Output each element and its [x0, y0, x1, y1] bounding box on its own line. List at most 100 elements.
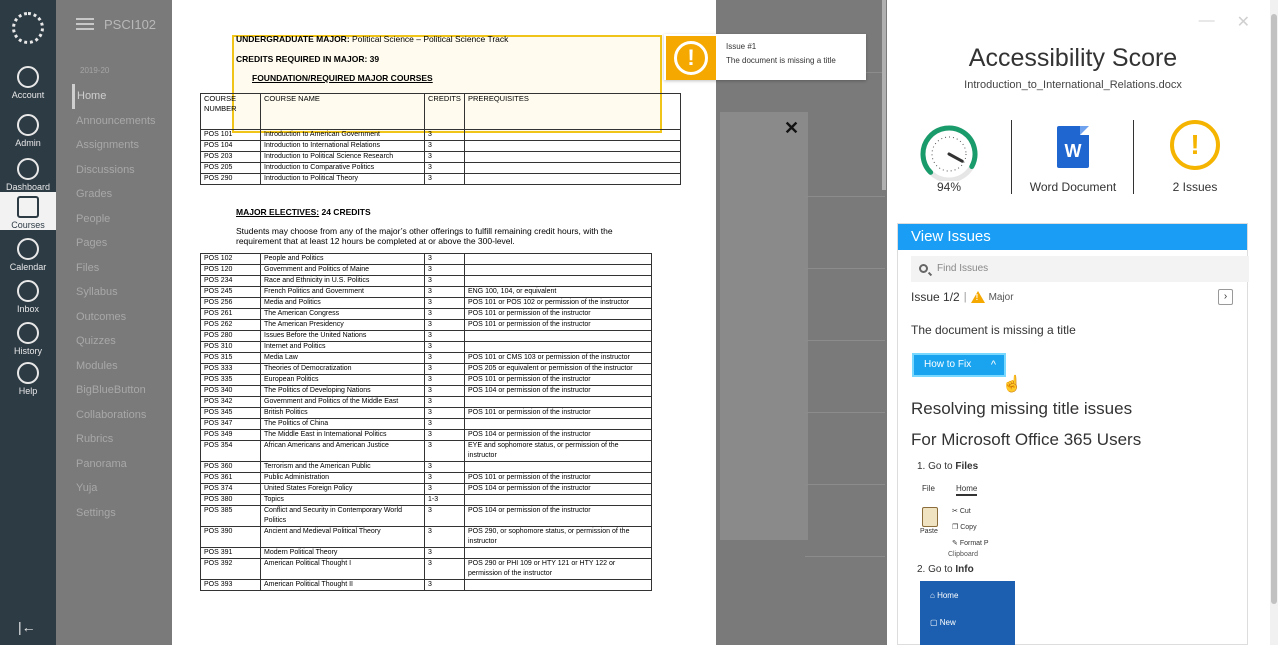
foundation-heading-text: FOUNDATION/REQUIRED MAJOR COURSES	[252, 73, 433, 83]
table-cell: 3	[424, 151, 465, 163]
course-nav-outcomes[interactable]: Outcomes	[72, 305, 167, 330]
scrollbar-thumb[interactable]	[1271, 14, 1277, 604]
course-nav-bigbluebutton[interactable]: BigBlueButton	[72, 378, 167, 403]
table-cell	[464, 341, 652, 353]
table-row: POS 256 Media and Politics 3 POS 101 or POS…	[200, 297, 652, 309]
table-row: POS 392 American Political Thought I 3 POS …	[200, 558, 652, 580]
course-nav-grades[interactable]: Grades	[72, 182, 167, 207]
table-cell: POS 256	[200, 297, 261, 309]
table-cell: POS 393	[200, 579, 261, 591]
table-cell: Theories of Democratization	[260, 363, 425, 375]
minimize-icon[interactable]: —	[1199, 12, 1215, 32]
table-row: POS 261 The American Congress 3 POS 101 or …	[200, 308, 652, 320]
next-issue-button[interactable]: ›	[1218, 289, 1233, 305]
table-cell: POS 391	[200, 547, 261, 559]
course-nav-modules[interactable]: Modules	[72, 354, 167, 379]
warning-icon: !	[1170, 120, 1220, 170]
issue-header: Issue 1/2 | ! Major	[911, 290, 1014, 304]
table-cell: POS 345	[200, 407, 261, 419]
table-cell	[464, 579, 652, 591]
how-to-fix-button[interactable]: How to Fix ^	[912, 353, 1006, 377]
global-nav-item-calendar[interactable]: Calendar	[0, 234, 56, 272]
global-nav-item-dashboard[interactable]: Dashboard	[0, 154, 56, 192]
table-cell	[464, 461, 652, 473]
course-nav-pages[interactable]: Pages	[72, 231, 167, 256]
issues-card: View Issues Find Issues Issue 1/2 | ! Ma…	[897, 223, 1249, 645]
course-nav-home[interactable]: Home	[72, 84, 167, 109]
canvas-logo-icon[interactable]	[12, 12, 44, 44]
fix-title: Resolving missing title issues	[911, 399, 1133, 418]
table-cell: 3	[424, 140, 465, 152]
course-nav-discussions[interactable]: Discussions	[72, 158, 167, 183]
shield-icon	[17, 114, 39, 136]
view-issues-header[interactable]: View Issues	[898, 224, 1247, 250]
global-nav-item-inbox[interactable]: Inbox	[0, 276, 56, 314]
table-cell: POS 280	[200, 330, 261, 342]
table-cell	[464, 264, 652, 276]
close-icon[interactable]: ✕	[784, 118, 799, 139]
global-nav-item-history[interactable]: History	[0, 318, 56, 356]
course-nav-collaborations[interactable]: Collaborations	[72, 403, 167, 428]
info-menu-new: ▢ New	[930, 618, 956, 627]
global-nav-item-account[interactable]: Account	[0, 62, 56, 100]
course-term: 2019-20	[80, 66, 110, 75]
table-cell: POS 290	[200, 173, 261, 185]
warning-badge: !	[666, 36, 716, 80]
global-nav-item-courses[interactable]: Courses	[0, 192, 56, 230]
hamburger-menu-icon[interactable]	[76, 18, 94, 30]
table-row: POS 262 The American Presidency 3 POS 101 o…	[200, 319, 652, 331]
major-label: UNDERGRADUATE MAJOR:	[236, 34, 350, 44]
table-cell: 3	[424, 253, 465, 265]
table-cell: POS 205 or equivalent or permission of t…	[464, 363, 652, 375]
table-cell: Issues Before the United Nations	[260, 330, 425, 342]
user-icon	[17, 66, 39, 88]
course-nav-rubrics[interactable]: Rubrics	[72, 427, 167, 452]
global-nav-item-help[interactable]: Help	[0, 358, 56, 396]
table-cell: 3	[424, 472, 465, 484]
close-icon[interactable]: ✕	[1237, 12, 1250, 32]
table-cell: POS 101 or permission of the instructor	[464, 319, 652, 331]
table-cell: POS 290 or PHI 109 or HTY 121 or HTY 122…	[464, 558, 652, 580]
breadcrumb-course[interactable]: PSCI102	[104, 17, 156, 32]
collapse-nav-icon[interactable]: |←	[18, 619, 36, 635]
course-nav-quizzes[interactable]: Quizzes	[72, 329, 167, 354]
course-nav-assignments[interactable]: Assignments	[72, 133, 167, 158]
table-cell: Media and Politics	[260, 297, 425, 309]
course-nav-yuja[interactable]: Yuja	[72, 476, 167, 501]
course-nav-settings[interactable]: Settings	[72, 501, 167, 526]
main-scrollbar[interactable]	[882, 0, 886, 190]
table-cell: 3	[424, 308, 465, 320]
global-nav-item-admin[interactable]: Admin	[0, 110, 56, 148]
find-issues-input[interactable]: Find Issues	[911, 256, 1249, 282]
ribbon-copy-label: Copy	[960, 524, 977, 531]
table-row: POS 385 Conflict and Security in Contempo…	[200, 505, 652, 527]
course-nav-announcements[interactable]: Announcements	[72, 109, 167, 134]
table-cell: 3	[424, 275, 465, 287]
divider	[805, 268, 885, 269]
table-cell: The American Congress	[260, 308, 425, 320]
step-1-prefix: 1. Go to	[917, 461, 956, 472]
table-cell: 3	[424, 505, 465, 527]
major-line: UNDERGRADUATE MAJOR: Political Science –…	[236, 34, 508, 44]
course-nav-panorama[interactable]: Panorama	[72, 452, 167, 477]
table-cell: 1-3	[424, 494, 465, 506]
document-preview: UNDERGRADUATE MAJOR: Political Science –…	[172, 0, 716, 645]
table-cell: POS 261	[200, 308, 261, 320]
table-cell: POS 101 or permission of the instructor	[464, 308, 652, 320]
panel-scrollbar[interactable]	[1270, 0, 1278, 645]
table-cell: 3	[424, 396, 465, 408]
table-cell: 3	[424, 363, 465, 375]
issue-callout[interactable]: ! Issue #1 The document is missing a tit…	[664, 34, 866, 80]
course-nav-people[interactable]: People	[72, 207, 167, 232]
ribbon-format-painter-label: Format P	[959, 540, 989, 547]
issue-counter: Issue 1/2	[911, 290, 960, 304]
table-row: POS 360 Terrorism and the American Public…	[200, 461, 652, 473]
course-nav-syllabus[interactable]: Syllabus	[72, 280, 167, 305]
table-cell: Modern Political Theory	[260, 547, 425, 559]
table-cell: 3	[424, 429, 465, 441]
table-cell: The Middle East in International Politic…	[260, 429, 425, 441]
clock-icon	[17, 322, 39, 344]
doc-type-stat: W Word Document	[1011, 120, 1135, 200]
course-nav-files[interactable]: Files	[72, 256, 167, 281]
table-cell: POS 333	[200, 363, 261, 375]
